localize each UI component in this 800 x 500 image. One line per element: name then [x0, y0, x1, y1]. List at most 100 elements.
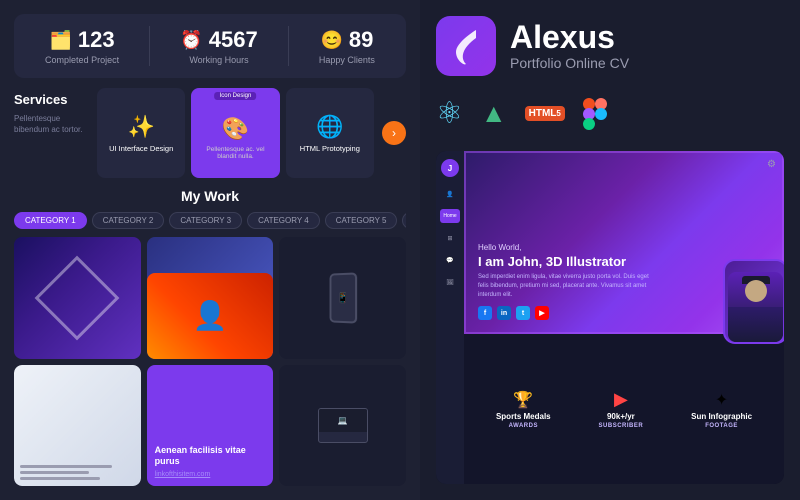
clients-label: Happy Clients: [319, 55, 375, 65]
brand-text: Alexus Portfolio Online CV: [510, 21, 629, 71]
html5-icon: HTML5: [525, 106, 565, 121]
brand-logo-icon: [448, 24, 484, 68]
brand-tagline: Portfolio Online CV: [510, 55, 629, 71]
work-item-2-image: 👤: [147, 273, 274, 358]
service-card-ui[interactable]: ✨ UI Interface Design: [97, 88, 185, 178]
work-item-4[interactable]: [14, 365, 141, 487]
youtube-icon[interactable]: ▶: [535, 306, 549, 320]
app-container: 🗂️ 123 Completed Project ⏰ 4567 Working …: [0, 0, 800, 500]
branding-section: Alexus Portfolio Online CV: [436, 16, 784, 76]
brand-name: Alexus: [510, 21, 629, 53]
hero-description: Sed imperdiet enim ligula, vitae viverra…: [478, 273, 658, 300]
stat-clients: 😊 89 Happy Clients: [319, 27, 375, 65]
stat-hours: ⏰ 4567 Working Hours: [180, 27, 257, 65]
category-tab-2[interactable]: CATEGORY 2: [92, 212, 165, 229]
my-work-section: My Work CATEGORY 1 CATEGORY 2 CATEGORY 3…: [14, 188, 406, 486]
portfolio-stat-footage: ✦ Sun Infographic FOOTAGE: [691, 390, 752, 429]
portfolio-sidebar-nav: 👤 Home ⊞ 💬 🖼: [440, 187, 460, 289]
services-label-column: Services Pellentesque bibendum ac tortor…: [14, 88, 89, 178]
work-item-2[interactable]: 👤: [147, 237, 274, 359]
portfolio-avatar-letter: J: [441, 159, 459, 177]
avatar-silhouette: [728, 272, 783, 342]
category-tab-6[interactable]: CATEGO...: [402, 212, 406, 229]
hours-label: Working Hours: [189, 55, 248, 65]
service-card-icon-sublabel: Pellentesque ac. vel blandit nulla.: [199, 146, 271, 160]
hours-icon: ⏰: [180, 30, 202, 51]
portfolio-stats-row: 🏆 Sports Medals AWARDS ▶ 90k+/yr SUBSCRI…: [464, 334, 784, 484]
footage-icon: ✦: [715, 390, 728, 410]
portfolio-person-avatar: [723, 259, 784, 344]
icon-design-icon: 🎨: [222, 116, 249, 142]
completed-value: 123: [78, 27, 115, 53]
twitter-icon[interactable]: t: [516, 306, 530, 320]
sidebar-nav-home[interactable]: Home: [440, 209, 460, 223]
sidebar-nav-image[interactable]: 🖼: [440, 275, 460, 289]
subscriber-label: SUBSCRIBER: [599, 423, 644, 429]
sidebar-nav-chat[interactable]: 💬: [440, 253, 460, 267]
work-item-1[interactable]: [14, 237, 141, 359]
hero-hello: Hello World,: [478, 243, 770, 252]
figma-icon: [583, 98, 607, 130]
category-tab-4[interactable]: CATEGORY 4: [247, 212, 320, 229]
featured-link[interactable]: linkofthisitem.com: [155, 471, 266, 478]
facebook-icon[interactable]: f: [478, 306, 492, 320]
footage-label: FOOTAGE: [705, 423, 738, 429]
service-card-ui-label: UI Interface Design: [109, 144, 173, 153]
stats-bar: 🗂️ 123 Completed Project ⏰ 4567 Working …: [14, 14, 406, 78]
completed-label: Completed Project: [45, 55, 119, 65]
phone-mockup: 📱: [329, 272, 357, 323]
work-grid: 👤 📱: [14, 237, 406, 486]
completed-icon: 🗂️: [50, 30, 72, 51]
brand-logo: [436, 16, 496, 76]
subscriber-value: 90k+/yr: [607, 412, 635, 421]
linkedin-icon[interactable]: in: [497, 306, 511, 320]
portfolio-main-content: ⚙ Hello World, I am John, 3D Illustrator…: [464, 151, 784, 484]
awards-value: Sports Medals: [496, 412, 551, 421]
laptop-mockup: 💻: [318, 408, 368, 443]
awards-icon: 🏆: [513, 390, 533, 410]
featured-title: Aenean facilisis vitae purus: [155, 445, 266, 468]
footage-value: Sun Infographic: [691, 412, 752, 421]
vue-icon: ▲: [481, 98, 507, 129]
portfolio-stat-awards: 🏆 Sports Medals AWARDS: [496, 390, 551, 429]
work-item-3[interactable]: 📱: [279, 237, 406, 359]
service-card-html-label: HTML Prototyping: [300, 144, 360, 153]
tech-icons-row: ⚛ ▲ HTML5: [436, 90, 784, 137]
stat-completed: 🗂️ 123 Completed Project: [45, 27, 119, 65]
awards-label: AWARDS: [509, 423, 538, 429]
portfolio-hero: ⚙ Hello World, I am John, 3D Illustrator…: [464, 151, 784, 334]
gear-icon[interactable]: ⚙: [767, 159, 776, 170]
portfolio-sidebar: J 👤 Home ⊞ 💬 🖼: [436, 151, 464, 484]
icon-design-tag: Icon Design: [215, 92, 257, 100]
services-next-icon: ›: [392, 126, 396, 140]
hours-value: 4567: [209, 27, 258, 53]
sidebar-nav-user[interactable]: 👤: [440, 187, 460, 201]
services-section: Services Pellentesque bibendum ac tortor…: [14, 88, 406, 178]
category-tabs: CATEGORY 1 CATEGORY 2 CATEGORY 3 CATEGOR…: [14, 212, 406, 229]
category-tab-3[interactable]: CATEGORY 3: [169, 212, 242, 229]
portfolio-stat-subscriber: ▶ 90k+/yr SUBSCRIBER: [599, 389, 644, 429]
work-item-6[interactable]: 💻: [279, 365, 406, 487]
ui-design-icon: ✨: [127, 114, 154, 140]
services-cards: ✨ UI Interface Design Icon Design 🎨 Pell…: [97, 88, 374, 178]
services-title: Services: [14, 92, 89, 107]
category-tab-5[interactable]: CATEGORY 5: [325, 212, 398, 229]
category-tab-1[interactable]: CATEGORY 1: [14, 212, 87, 229]
stat-divider-1: [149, 26, 150, 66]
service-card-html[interactable]: 🌐 HTML Prototyping: [286, 88, 374, 178]
work-item-1-decoration: [35, 255, 120, 340]
left-panel: 🗂️ 123 Completed Project ⏰ 4567 Working …: [0, 0, 420, 500]
html-proto-icon: 🌐: [316, 114, 343, 140]
react-icon: ⚛: [436, 96, 463, 131]
right-panel: Alexus Portfolio Online CV ⚛ ▲ HTML5: [420, 0, 800, 500]
avatar-head: [745, 280, 767, 302]
my-work-title: My Work: [14, 188, 406, 204]
services-desc: Pellentesque bibendum ac tortor.: [14, 113, 89, 135]
clients-icon: 😊: [320, 30, 342, 51]
work-item-5-featured[interactable]: Aenean facilisis vitae purus linkofthisi…: [147, 365, 274, 487]
sidebar-nav-grid[interactable]: ⊞: [440, 231, 460, 245]
services-next-button[interactable]: ›: [382, 121, 406, 145]
clients-value: 89: [349, 27, 373, 53]
subscriber-icon: ▶: [614, 389, 628, 410]
service-card-icon-design[interactable]: Icon Design 🎨 Pellentesque ac. vel bland…: [191, 88, 279, 178]
